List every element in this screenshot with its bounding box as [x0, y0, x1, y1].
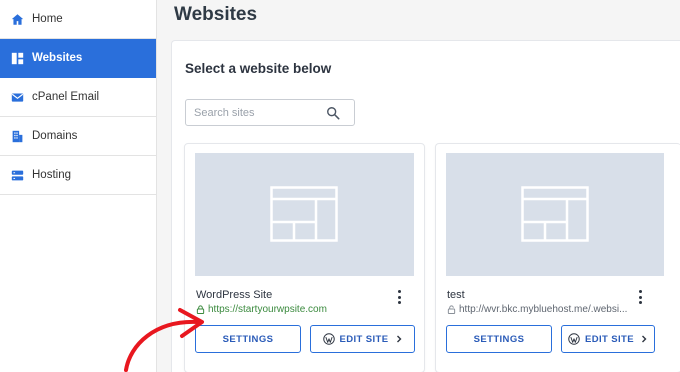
sidebar-item-label: Domains: [32, 130, 78, 142]
layout-placeholder-icon: [521, 186, 589, 242]
sidebar-item-label: cPanel Email: [32, 91, 100, 103]
search-input[interactable]: [186, 100, 316, 125]
wordpress-icon: [568, 333, 580, 345]
chevron-right-icon: [642, 335, 647, 343]
site-card: test http://wvr.bkc.mybluehost.me/.websi…: [435, 143, 680, 372]
chevron-right-icon: [396, 335, 401, 343]
edit-site-label: EDIT SITE: [339, 333, 389, 345]
panel-heading: Select a website below: [185, 61, 332, 76]
edit-site-button[interactable]: EDIT SITE: [310, 325, 415, 353]
home-icon: [10, 12, 24, 26]
wordpress-icon: [322, 333, 335, 345]
websites-panel: Select a website below WordPress Site ht…: [171, 40, 680, 372]
search-box: [185, 99, 355, 126]
sidebar-item-hosting[interactable]: Hosting: [0, 156, 156, 195]
sidebar-item-home[interactable]: Home: [0, 0, 156, 39]
site-thumbnail[interactable]: [446, 153, 664, 276]
server-icon: [10, 168, 24, 182]
sidebar-item-label: Home: [32, 13, 63, 25]
settings-button[interactable]: SETTINGS: [446, 325, 552, 353]
sidebar-item-label: Websites: [32, 52, 83, 64]
sidebar-item-label: Hosting: [32, 169, 71, 181]
grid-icon: [10, 51, 24, 65]
more-options-icon[interactable]: [394, 290, 404, 304]
unlocked-icon: [447, 305, 456, 314]
sidebar-item-domains[interactable]: Domains: [0, 117, 156, 156]
site-url-text: http://wvr.bkc.mybluehost.me/.websi...: [459, 304, 628, 315]
mail-icon: [10, 90, 24, 104]
edit-site-button[interactable]: EDIT SITE: [561, 325, 655, 353]
building-icon: [10, 129, 24, 143]
sidebar-item-cpanel-email[interactable]: cPanel Email: [0, 78, 156, 117]
site-url[interactable]: http://wvr.bkc.mybluehost.me/.websi...: [447, 304, 627, 315]
site-url-text: https://startyourwpsite.com: [208, 304, 327, 315]
sidebar-item-websites[interactable]: Websites: [0, 39, 156, 78]
site-thumbnail[interactable]: [195, 153, 414, 276]
layout-placeholder-icon: [270, 186, 338, 242]
annotation-arrow-icon: [124, 308, 204, 372]
page-title: Websites: [174, 4, 258, 25]
site-name: test: [447, 289, 465, 301]
search-icon[interactable]: [326, 106, 340, 120]
site-card: WordPress Site https://startyourwpsite.c…: [184, 143, 425, 372]
more-options-icon[interactable]: [635, 290, 645, 304]
edit-site-label: EDIT SITE: [585, 333, 634, 345]
